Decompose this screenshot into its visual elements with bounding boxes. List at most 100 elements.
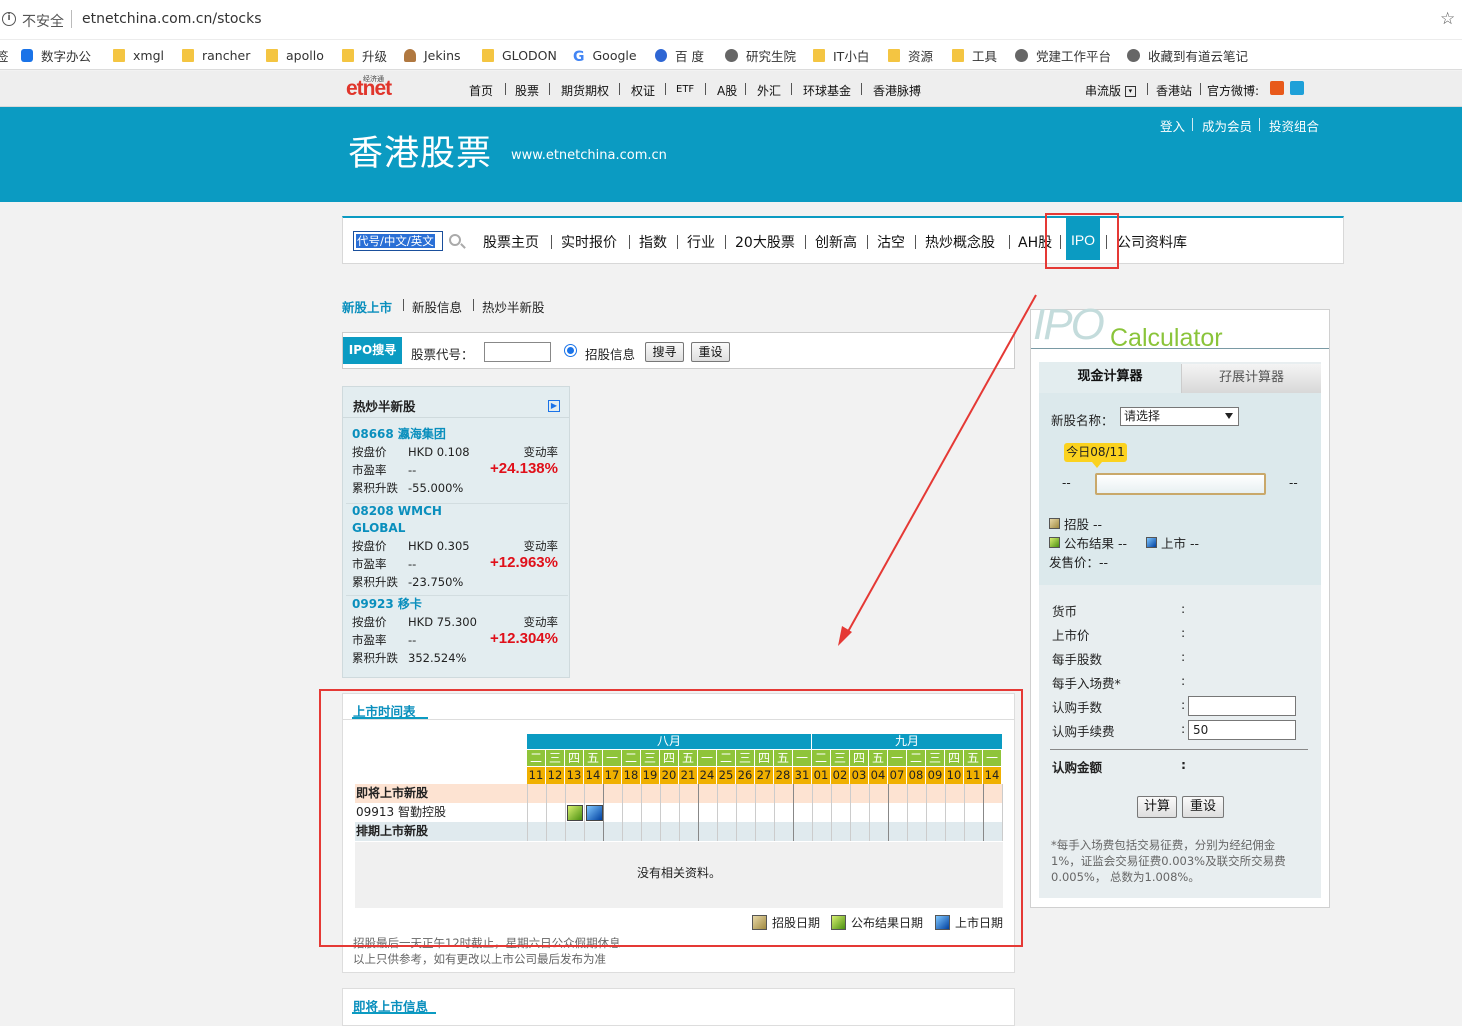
tab-industries[interactable]: 行业	[687, 232, 715, 252]
price-value: HKD 0.108	[408, 445, 470, 459]
stock-name-link[interactable]: 08668 瀛海集团	[352, 426, 562, 443]
ipo-name-select[interactable]: 请选择	[1120, 407, 1239, 426]
tab-stocks-home[interactable]: 股票主页	[483, 232, 539, 252]
rss-icon[interactable]	[1270, 81, 1284, 95]
bookmark-item[interactable]: apollo	[266, 47, 324, 63]
divider	[861, 83, 862, 95]
handling-fee-input[interactable]: 50	[1188, 720, 1296, 740]
nav-forex[interactable]: 外汇	[757, 82, 781, 99]
divider	[867, 235, 868, 249]
nav-warrants[interactable]: 权证	[631, 82, 655, 99]
list-item: 09923 移卡 按盘价 HKD 75.300 变动率 市盈率 -- +12.304% …	[352, 596, 562, 667]
subnav-new-listings[interactable]: 新股上市	[342, 297, 392, 316]
prospectus-radio[interactable]	[564, 344, 577, 357]
nav-streaming[interactable]: 串流版 ▾	[1085, 82, 1136, 99]
weibo-icon[interactable]	[1290, 81, 1304, 95]
tab-hot-concepts[interactable]: 热炒概念股	[925, 232, 995, 252]
tab-short-selling[interactable]: 沽空	[877, 232, 905, 252]
nav-futures-options[interactable]: 期货期权	[561, 82, 609, 99]
bookmark-item[interactable]: G Google	[573, 47, 637, 65]
calculate-button[interactable]: 计算	[1137, 796, 1177, 818]
bookmark-item[interactable]: xmgl	[113, 47, 164, 63]
bookmark-item[interactable]: 百 度	[655, 47, 704, 64]
bookmark-item[interactable]: GLODON	[482, 47, 557, 63]
timeline-end: --	[1289, 476, 1298, 490]
bookmark-item[interactable]: 党建工作平台	[1015, 47, 1111, 64]
subnav-ipo-info[interactable]: 新股信息	[412, 297, 462, 316]
etnet-logo[interactable]: 经济通 etnet	[346, 74, 398, 104]
nav-home[interactable]: 首页	[469, 82, 493, 99]
tab-new-highs[interactable]: 创新高	[815, 232, 857, 252]
search-button[interactable]: 搜寻	[645, 342, 684, 362]
folder-icon	[342, 48, 354, 62]
tab-indices[interactable]: 指数	[639, 232, 667, 252]
nav-global-funds[interactable]: 环球基金	[803, 82, 851, 99]
list-item: 08208 WMCH GLOBAL 按盘价 HKD 0.305 变动率 市盈率 -- +…	[346, 503, 568, 596]
stock-code-input[interactable]	[484, 342, 551, 362]
bookmark-item[interactable]: 研究生院	[725, 47, 796, 64]
field-colon: :	[1181, 757, 1186, 772]
bookmark-item[interactable]: 数字办公	[21, 47, 91, 64]
official-weibo-label: 官方微博:	[1207, 84, 1260, 98]
globe-icon	[1015, 48, 1028, 62]
bookmark-item[interactable]: 资源	[888, 47, 933, 64]
highlight-box	[319, 689, 1023, 947]
divider	[791, 83, 792, 95]
arrow-head	[838, 626, 852, 646]
divider	[629, 235, 630, 249]
folder-icon	[266, 48, 278, 62]
tab-margin-calculator[interactable]: 孖展计算器	[1181, 364, 1321, 393]
url-text[interactable]: etnetchina.com.cn/stocks	[82, 11, 262, 27]
bookmark-item[interactable]: 签	[0, 47, 9, 64]
nav-a-shares[interactable]: A股	[717, 82, 737, 99]
folder-icon	[813, 48, 825, 62]
info-icon[interactable]: i	[2, 12, 16, 26]
bookmark-item[interactable]: 工具	[952, 47, 997, 64]
bookmark-label: rancher	[202, 47, 251, 63]
field-label: 货币	[1052, 604, 1078, 619]
bookmark-item[interactable]: 升级	[342, 47, 387, 64]
bookmark-item[interactable]: rancher	[182, 47, 250, 63]
bookmark-star-icon[interactable]: ☆	[1440, 9, 1455, 29]
page-banner: 香港股票 www.etnetchina.com.cn 登入 成为会员 投资组合	[0, 107, 1462, 202]
tab-top20[interactable]: 20大股票	[735, 232, 795, 252]
stock-name-link[interactable]: 09923 移卡	[352, 596, 562, 613]
timeline-start: --	[1062, 476, 1071, 490]
today-marker: 今日08/11	[1064, 443, 1127, 468]
legend-listing: 上市 --	[1146, 533, 1199, 552]
subnav-hot-new-stocks[interactable]: 热炒半新股	[482, 297, 545, 316]
schedule-disclaimer: 以上只供参考，如有更改以上市公司最后发布为准	[353, 952, 606, 966]
login-link[interactable]: 登入	[1160, 116, 1185, 135]
nav-etf[interactable]: ETF	[676, 84, 694, 95]
stock-code-label: 股票代号：	[411, 347, 474, 362]
calc-reset-button[interactable]: 重设	[1182, 796, 1224, 818]
nav-hk-site[interactable]: 香港站	[1156, 82, 1192, 99]
stock-search-input[interactable]: 代号/中文/英文	[353, 231, 443, 251]
bookmark-item[interactable]: Jekins	[404, 47, 461, 63]
reset-button[interactable]: 重设	[691, 342, 730, 362]
bookmark-item[interactable]: 收藏到有道云笔记	[1127, 47, 1248, 64]
avatar-icon	[404, 48, 416, 62]
tab-realtime-quotes[interactable]: 实时报价	[561, 232, 617, 252]
field-colon: :	[1181, 721, 1186, 736]
field-label: 每手入场费*	[1052, 676, 1121, 691]
baidu-paw-icon	[655, 48, 667, 62]
nav-hk-pulse[interactable]: 香港脉搏	[873, 82, 921, 99]
folder-icon	[113, 48, 125, 62]
more-arrow-icon[interactable]: ▶	[548, 400, 560, 412]
lots-input[interactable]	[1188, 696, 1296, 716]
nav-stocks[interactable]: 股票	[515, 82, 539, 99]
issue-price-label: 发售价：--	[1049, 555, 1109, 570]
bookmark-item[interactable]: IT小白	[813, 47, 869, 64]
tab-company-database[interactable]: 公司资料库	[1117, 232, 1187, 252]
divider	[473, 299, 474, 311]
pe-label: 市盈率	[352, 557, 387, 571]
legend-label: 上市 --	[1161, 536, 1199, 551]
stock-name-link[interactable]: 08208 WMCH GLOBAL	[352, 503, 442, 537]
field-label: 认购手数	[1052, 700, 1103, 715]
register-link[interactable]: 成为会员	[1202, 116, 1252, 135]
portfolio-link[interactable]: 投资组合	[1269, 116, 1319, 135]
search-icon[interactable]	[449, 234, 461, 246]
tab-cash-calculator[interactable]: 现金计算器	[1039, 362, 1181, 393]
browser-address-bar[interactable]: i 不安全 etnetchina.com.cn/stocks ☆	[0, 0, 1462, 40]
